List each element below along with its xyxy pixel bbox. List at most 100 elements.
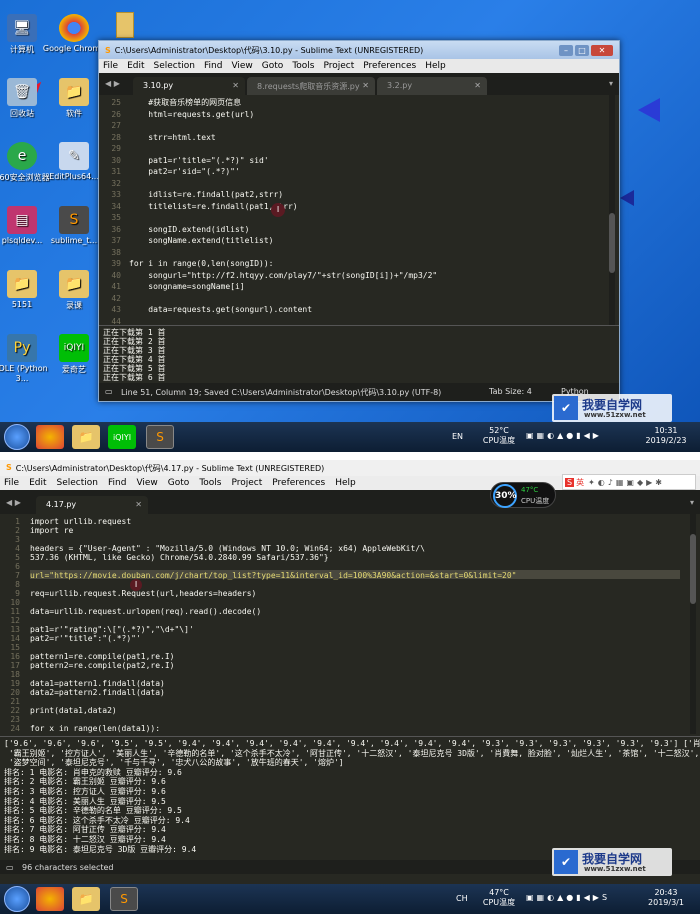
menu-tools[interactable]: Tools <box>199 478 221 488</box>
menu-goto[interactable]: Goto <box>168 478 190 488</box>
sublime-window[interactable]: S C:\Users\Administrator\Desktop\代码\3.10… <box>98 40 620 402</box>
line-number: 23 <box>10 715 20 724</box>
desktop-icon-editplus[interactable]: ✎ EditPlus64... <box>42 142 106 181</box>
code-line: for x in range(len(data1)): <box>30 724 161 733</box>
cpu-badge[interactable]: 30% 47°C CPU温度 <box>490 482 556 508</box>
menu-preferences[interactable]: Preferences <box>272 478 325 488</box>
menu-file[interactable]: File <box>103 61 118 71</box>
code-line: for i in range(0,len(songID)): <box>129 259 274 268</box>
editor-area[interactable]: 25 26 27 28 29 30 31 32 33 34 35 36 37 38 39 40 41 42 43 44… <box>99 95 619 325</box>
code-editor[interactable]: import urllib.request import re headers =… <box>30 516 680 733</box>
sogou-icon: S <box>565 477 575 487</box>
menu-edit[interactable]: Edit <box>29 478 46 488</box>
close-icon[interactable]: ✕ <box>135 500 142 509</box>
tab-menu-icon[interactable]: ▾ <box>690 498 694 507</box>
start-button[interactable] <box>4 886 30 912</box>
maximize-button[interactable]: □ <box>575 44 589 56</box>
start-button[interactable] <box>4 424 30 450</box>
scrollbar[interactable] <box>690 514 696 734</box>
line-number: 8 <box>15 580 20 589</box>
line-number: 24 <box>10 724 20 733</box>
desktop-icon-iqiyi[interactable]: iQIYI 爱奇艺 <box>42 334 106 375</box>
close-icon[interactable]: ✕ <box>362 81 369 90</box>
desktop-icon-sublime[interactable]: S sublime_t... <box>42 206 106 245</box>
output-line: '霸王别姬', '控方证人', '美丽人生', '辛德勒的名单', '这个杀手不… <box>4 748 700 758</box>
output-panel[interactable]: 正在下载第 1 首正在下载第 2 首正在下载第 3 首正在下载第 4 首正在下载… <box>99 325 619 383</box>
minimize-button[interactable]: – <box>559 44 573 56</box>
taskbar-explorer-icon[interactable]: 📁 <box>72 425 100 449</box>
ime-toolbar[interactable]: S 英 ✦◐♪▦▣◆▶✱ <box>562 474 696 490</box>
tray-ime[interactable]: EN <box>452 432 463 442</box>
code-line: pat2=r'"title":"(.*?)"' <box>30 634 141 643</box>
code-editor[interactable]: #获取音乐榜单的网页信息 html=requests.get(url) strr… <box>129 97 599 325</box>
menu-project[interactable]: Project <box>231 478 262 488</box>
menu-goto[interactable]: Goto <box>262 61 284 71</box>
output-panel[interactable]: ['9.6', '9.6', '9.6', '9.5', '9.5', '9.4… <box>0 736 700 858</box>
menu-tools[interactable]: Tools <box>292 61 314 71</box>
menu-find[interactable]: Find <box>108 478 126 488</box>
sublime-icon: S <box>59 206 89 234</box>
output-line: 正在下载第 4 首 <box>103 355 166 364</box>
tab-nav-arrows-icon[interactable]: ◀ ▶ <box>6 498 21 507</box>
tray-cpu-temp: 47°C CPU温度 <box>482 888 516 907</box>
menu-file[interactable]: File <box>4 478 19 488</box>
taskbar-sublime-icon[interactable]: S <box>110 887 138 911</box>
desktop-icon-chrome[interactable]: Google Chrome <box>42 14 106 53</box>
line-number: 12 <box>10 616 20 625</box>
desktop-icon-record[interactable]: 📁 录课 <box>42 270 106 311</box>
tray-ime[interactable]: CH <box>456 894 468 904</box>
code-line: import re <box>30 526 74 535</box>
tray-clock[interactable]: 20:43 2019/3/1 <box>636 888 696 908</box>
line-number: 30 <box>111 155 121 165</box>
iqiyi-icon: iQIYI <box>59 334 89 362</box>
line-number: 39 <box>111 259 121 268</box>
line-number: 25 <box>111 98 121 107</box>
menu-view[interactable]: View <box>231 61 252 71</box>
line-number: 2 <box>15 526 20 535</box>
tab-requests[interactable]: 8.requests爬取音乐资源.py ✕ <box>247 77 375 95</box>
tray-icons[interactable]: ▣▦◐▲●▮◀▶ <box>526 431 616 441</box>
close-button[interactable]: ✕ <box>591 44 613 56</box>
tray-clock[interactable]: 10:31 2019/2/23 <box>636 426 696 446</box>
taskbar-sublime-icon[interactable]: S <box>146 425 174 449</box>
menu-find[interactable]: Find <box>204 61 222 71</box>
menu-preferences[interactable]: Preferences <box>363 61 416 71</box>
tab-3-10[interactable]: 3.10.py ✕ <box>133 77 245 95</box>
line-number: 36 <box>111 224 121 234</box>
status-tab-size[interactable]: Tab Size: 4 <box>489 387 532 396</box>
taskbar-iqiyi-icon[interactable]: iQIYI <box>108 425 136 449</box>
line-number: 33 <box>111 190 121 199</box>
watermark: ✔ 我要自学网 www.51zxw.net <box>552 848 672 876</box>
menu-project[interactable]: Project <box>323 61 354 71</box>
menu-selection[interactable]: Selection <box>57 478 98 488</box>
tab-nav-arrows-icon[interactable]: ◀ ▶ <box>105 79 120 88</box>
tray-icons[interactable]: ▣▦◐▲●▮◀▶S <box>526 893 626 903</box>
editplus-icon: ✎ <box>59 142 89 170</box>
line-number: 34 <box>111 201 121 211</box>
folder-icon <box>116 12 134 38</box>
close-icon[interactable]: ✕ <box>474 81 481 90</box>
close-icon[interactable]: ✕ <box>232 81 239 90</box>
taskbar-browser-icon[interactable] <box>36 425 64 449</box>
tab-4-17[interactable]: 4.17.py ✕ <box>36 496 148 514</box>
desktop-icon-software[interactable]: 📁 软件 <box>42 78 106 119</box>
editor-area[interactable]: 1 2 3 4 5 6 7 8 9 10 11 12 13 14 15 16 17 18 19 20 21 22 23 24 … <box>0 514 700 734</box>
taskbar-explorer-icon[interactable]: 📁 <box>72 887 100 911</box>
tab-3-2[interactable]: 3.2.py ✕ <box>377 77 487 95</box>
window-titlebar[interactable]: S C:\Users\Administrator\Desktop\代码\3.10… <box>99 41 619 59</box>
code-line: print(data1,data2) <box>30 706 117 715</box>
line-number: 14 <box>10 634 20 643</box>
tab-menu-icon[interactable]: ▾ <box>609 79 613 88</box>
menu-help[interactable]: Help <box>425 61 446 71</box>
taskbar-browser-icon[interactable] <box>36 887 64 911</box>
menu-view[interactable]: View <box>136 478 157 488</box>
scrollbar[interactable] <box>609 95 615 325</box>
menu-help[interactable]: Help <box>335 478 356 488</box>
menu-edit[interactable]: Edit <box>127 61 144 71</box>
menu-selection[interactable]: Selection <box>154 61 195 71</box>
